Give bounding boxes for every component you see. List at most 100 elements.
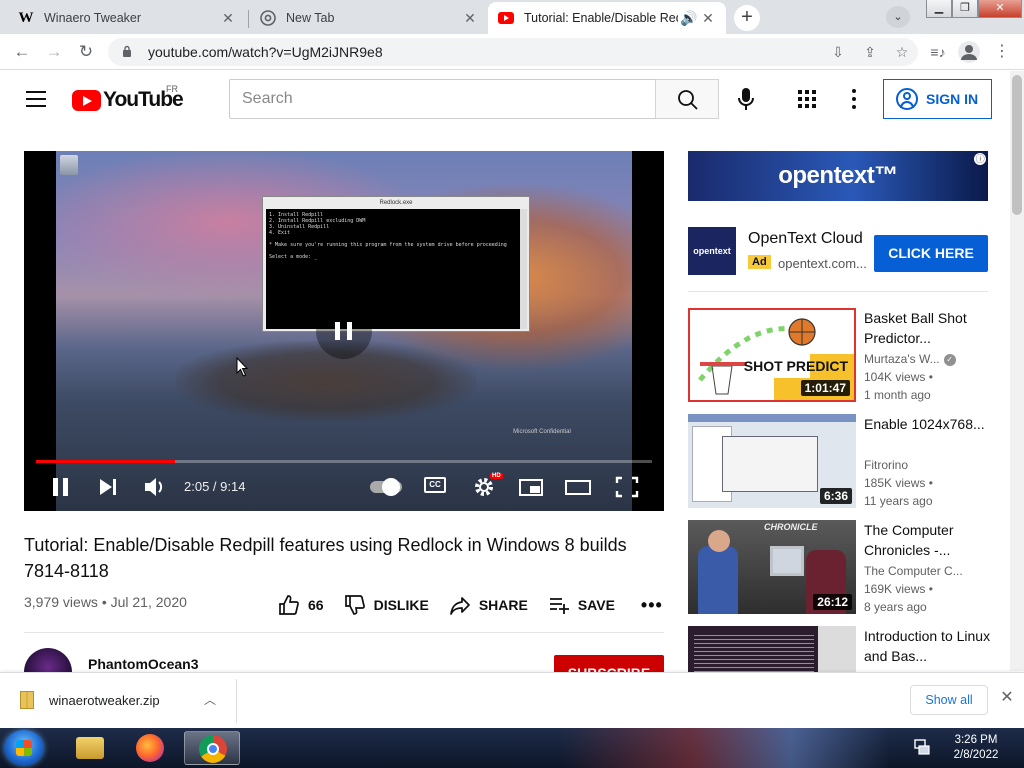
related-video-item[interactable]: Introduction to Linux and Bas... (688, 626, 1008, 672)
related-video-channel[interactable]: Murtaza's W... ✓ (864, 352, 956, 366)
video-time-display: 2:05 / 9:14 (184, 479, 246, 494)
mouse-cursor-icon (236, 357, 248, 377)
windows-taskbar (0, 728, 1024, 768)
network-icon[interactable] (914, 738, 930, 756)
related-video-channel[interactable]: The Computer C... (864, 564, 963, 578)
clock-date: 2/8/2022 (953, 749, 999, 761)
ad-banner[interactable]: opentext™ ⓘ (688, 151, 988, 201)
video-duration: 6:36 (819, 488, 852, 504)
related-video-channel[interactable]: Fitrorino (864, 458, 908, 472)
new-tab-button[interactable]: + (734, 5, 760, 31)
subtitles-cc-button[interactable]: CC (424, 477, 446, 493)
related-video-item[interactable]: SHOT PREDICT 1:01:47 Basket Ball Shot Pr… (688, 308, 1008, 402)
ad-title[interactable]: OpenText Cloud (748, 230, 863, 248)
tab-search-chevron-icon[interactable]: ⌄ (886, 6, 910, 28)
related-video-age: 8 years ago (864, 600, 927, 614)
settings-kebab-icon[interactable] (852, 89, 858, 109)
apps-grid-icon[interactable] (798, 90, 816, 108)
related-video-title[interactable]: The Computer Chronicles -... (864, 520, 994, 560)
video-player[interactable]: Redlock.exe 1. Install Redpill 2. Instal… (24, 151, 664, 511)
taskbar-chrome[interactable] (184, 731, 240, 765)
related-video-item[interactable]: 6:36 Enable 1024x768... Fitrorino 185K v… (688, 414, 1008, 508)
pause-icon[interactable] (50, 473, 72, 501)
chevron-up-icon[interactable]: ︿ (204, 691, 216, 708)
lock-icon[interactable] (122, 45, 136, 60)
user-circle-icon (896, 88, 918, 110)
close-download-bar-icon[interactable]: ✕ (998, 689, 1016, 707)
reload-icon[interactable]: ↻ (74, 40, 98, 64)
search-button[interactable] (655, 79, 719, 119)
theater-mode-icon[interactable] (564, 473, 592, 501)
youtube-logo[interactable]: YouTube FR (72, 84, 184, 112)
profile-avatar-icon[interactable] (958, 41, 980, 63)
related-video-item[interactable]: CHRONICLE 26:12 The Computer Chronicles … (688, 520, 1008, 614)
page-scrollbar[interactable] (1010, 71, 1024, 671)
start-button-icon[interactable] (4, 730, 44, 766)
restore-button[interactable]: ❐ (952, 0, 978, 18)
sign-in-button[interactable]: SIGN IN (883, 79, 992, 119)
microphone-icon[interactable] (736, 87, 756, 111)
tab-youtube-video[interactable]: Tutorial: Enable/Disable Redp 🔊 ✕ (488, 2, 726, 34)
tab-winaero-tweaker[interactable]: W Winaero Tweaker ✕ (8, 2, 246, 34)
bookmark-star-icon[interactable]: ☆ (886, 42, 918, 62)
center-pause-icon[interactable] (316, 303, 372, 359)
next-video-icon[interactable] (96, 473, 120, 501)
tab-close-icon[interactable]: ✕ (220, 10, 236, 26)
related-video-thumbnail[interactable]: SHOT PREDICT 1:01:47 (688, 308, 856, 402)
scrollbar-thumb[interactable] (1012, 75, 1022, 215)
ad-advertiser-logo[interactable]: opentext (688, 227, 736, 275)
tab-close-icon[interactable]: ✕ (462, 10, 478, 26)
autoplay-toggle[interactable] (370, 478, 402, 496)
forward-arrow-icon[interactable]: → (42, 40, 66, 64)
tab-label: Tutorial: Enable/Disable Redp (524, 11, 678, 25)
related-video-title[interactable]: Introduction to Linux and Bas... (864, 626, 994, 666)
hamburger-menu-icon[interactable] (26, 91, 46, 107)
video-title: Tutorial: Enable/Disable Redpill feature… (24, 535, 627, 581)
taskbar-firefox[interactable] (122, 731, 178, 765)
video-progress-fill (36, 460, 176, 463)
related-video-title[interactable]: Enable 1024x768... (864, 414, 994, 434)
dislike-button[interactable]: DISLIKE (344, 594, 429, 616)
related-video-thumbnail[interactable] (688, 626, 856, 672)
more-actions-icon[interactable]: ••• (641, 595, 663, 616)
download-separator (236, 679, 237, 723)
share-page-icon[interactable]: ⇪ (854, 42, 886, 62)
zip-file-icon[interactable] (20, 691, 34, 709)
meta-divider (24, 632, 664, 633)
install-app-icon[interactable]: ⇩ (822, 42, 854, 62)
related-video-thumbnail[interactable]: CHRONICLE 26:12 (688, 520, 856, 614)
share-button[interactable]: SHARE (449, 594, 528, 616)
save-button[interactable]: SAVE (548, 594, 615, 616)
thumbs-up-icon (279, 595, 299, 615)
back-arrow-icon[interactable]: ← (10, 40, 34, 64)
window-close-button[interactable]: ✕ (978, 0, 1022, 18)
channel-name[interactable]: PhantomOcean3 (88, 656, 198, 672)
address-bar[interactable]: youtube.com/watch?v=UgM2iJNR9e8 ⇩ ⇪ ☆ (108, 38, 918, 66)
thumbnail-monitor (770, 546, 804, 576)
taskbar-clock[interactable]: 3:26 PM 2/8/2022 (946, 733, 1006, 763)
show-all-downloads-button[interactable]: Show all (910, 685, 988, 715)
media-controls-icon[interactable]: ≡♪ (926, 41, 950, 63)
related-video-thumbnail[interactable]: 6:36 (688, 414, 856, 508)
chrome-menu-icon[interactable]: ⋮ (990, 41, 1014, 63)
video-progress-bar[interactable] (36, 460, 652, 463)
tab-new-tab[interactable]: New Tab ✕ (250, 2, 488, 34)
download-filename[interactable]: winaerotweaker.zip (49, 693, 160, 708)
ad-click-here-button[interactable]: CLICK HERE (874, 235, 988, 272)
like-button[interactable]: 66 (278, 594, 324, 616)
fullscreen-icon[interactable] (614, 473, 640, 501)
audio-playing-icon[interactable]: 🔊 (678, 10, 700, 26)
browser-tab-strip: W Winaero Tweaker ✕ New Tab ✕ Tutorial: … (0, 0, 1024, 34)
hd-badge: HD (490, 473, 503, 479)
chrome-favicon-icon (260, 10, 276, 26)
ad-info-icon[interactable]: ⓘ (974, 153, 986, 165)
tab-close-icon[interactable]: ✕ (700, 10, 716, 26)
taskbar-explorer[interactable] (62, 731, 118, 765)
search-input[interactable]: Search (229, 79, 656, 119)
url-text: youtube.com/watch?v=UgM2iJNR9e8 (148, 44, 383, 60)
volume-icon[interactable] (142, 473, 168, 501)
thumbnail-side-panel (818, 626, 856, 672)
minimize-button[interactable]: ▁ (926, 0, 952, 18)
related-video-title[interactable]: Basket Ball Shot Predictor... (864, 308, 994, 348)
miniplayer-icon[interactable] (518, 473, 544, 501)
